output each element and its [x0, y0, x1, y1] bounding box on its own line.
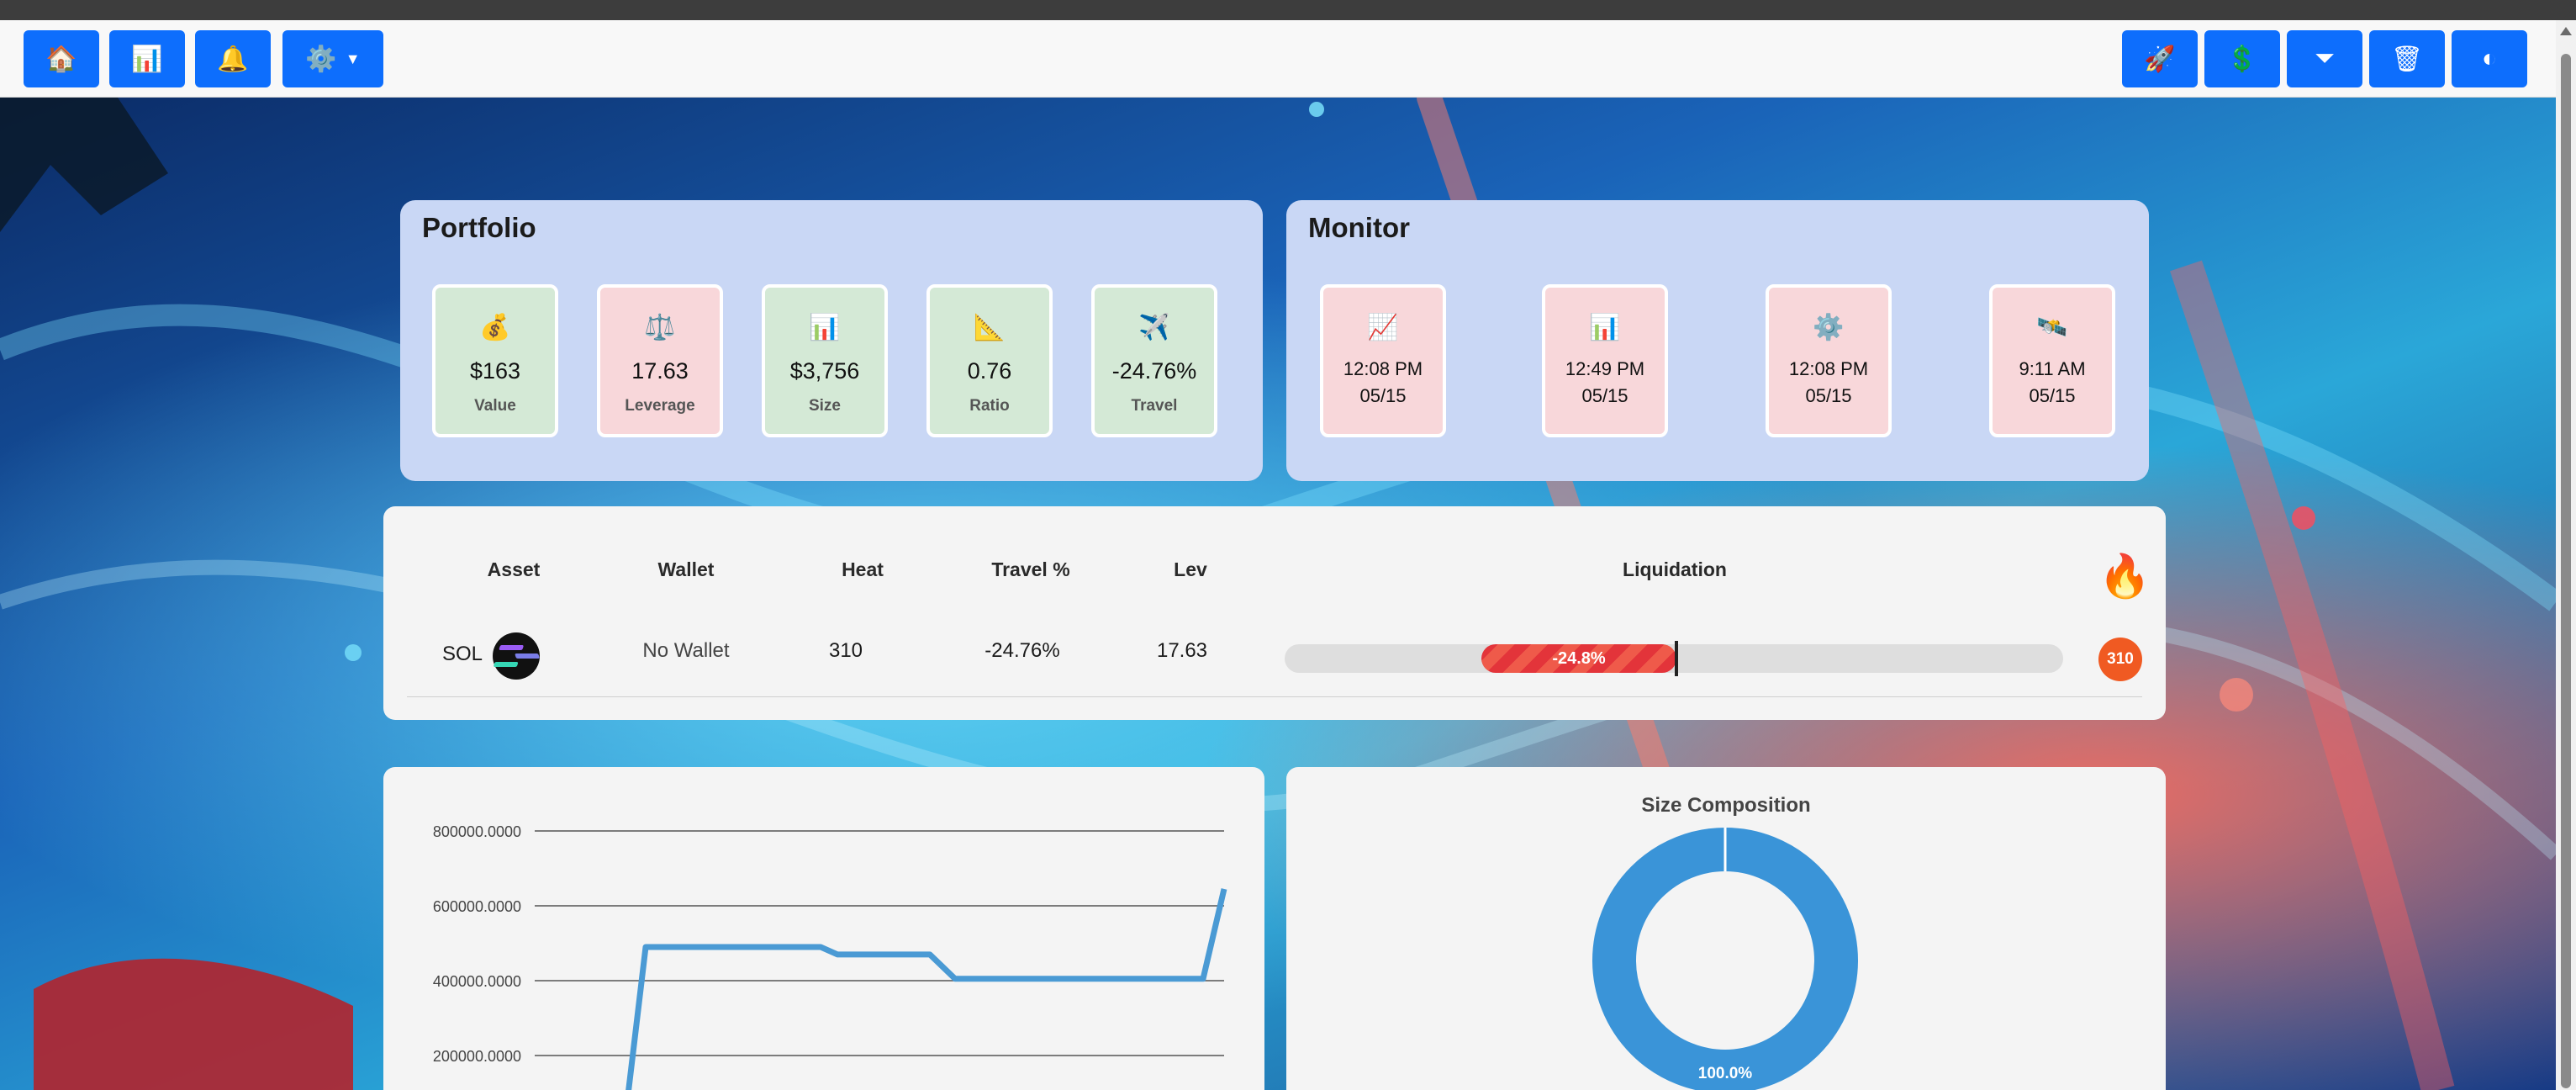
tile-date: 05/15: [1805, 385, 1852, 406]
scroll-up-arrow-icon[interactable]: [2560, 27, 2572, 35]
monitor-tile-system[interactable]: ⚙️ 12:08 PM 05/15: [1766, 284, 1892, 437]
portfolio-tile-ratio[interactable]: 📐 0.76 Ratio: [926, 284, 1053, 437]
bar-chart-icon: 📊: [809, 314, 841, 341]
monitor-tile-price[interactable]: 📈 12:08 PM 05/15: [1320, 284, 1446, 437]
alerts-button[interactable]: 🔔: [195, 30, 271, 87]
dollar-icon: 💲: [2226, 45, 2258, 73]
tile-label: Size: [808, 397, 842, 415]
launch-button[interactable]: 🚀: [2122, 30, 2198, 87]
tile-date: 05/15: [1581, 385, 1628, 406]
tile-time: 12:49 PM: [1565, 358, 1645, 379]
dashboard-button[interactable]: 📊: [109, 30, 185, 87]
portfolio-tile-travel[interactable]: ✈️ -24.76% Travel: [1091, 284, 1217, 437]
heat-badge: 310: [2098, 638, 2142, 681]
scrollbar-thumb[interactable]: [2561, 54, 2571, 1088]
portfolio-title: Portfolio: [422, 212, 536, 243]
chart-up-icon: 📈: [1367, 314, 1399, 341]
table-divider: [407, 696, 2142, 697]
tile-label: Ratio: [969, 397, 1010, 415]
heat-value: 310: [828, 639, 863, 662]
column-header-asset[interactable]: Asset: [459, 558, 568, 581]
column-header-liquidation[interactable]: Liquidation: [1591, 558, 1759, 581]
tile-label: Travel: [1131, 397, 1178, 415]
monitor-title: Monitor: [1308, 212, 1410, 243]
theme-button[interactable]: ◐: [2452, 30, 2527, 87]
column-header-heat[interactable]: Heat: [812, 558, 913, 581]
liquidation-marker: [1675, 641, 1678, 676]
tile-value: $163: [469, 358, 521, 384]
bar-chart-icon: 📊: [131, 45, 163, 73]
gear-icon: ⚙️: [1813, 314, 1845, 341]
dollar-button[interactable]: 💲: [2204, 30, 2280, 87]
gear-icon: ⚙️: [305, 45, 337, 73]
tile-value: -24.76%: [1111, 358, 1197, 384]
ruler-icon: 📐: [974, 314, 1006, 341]
palette-icon: ◐: [2481, 45, 2498, 72]
home-button[interactable]: 🏠: [24, 30, 99, 87]
satellite-icon: 🛰️: [2036, 314, 2068, 341]
tile-label: Value: [474, 397, 516, 415]
lev-value: 17.63: [1156, 639, 1208, 662]
y-tick-label: 400000.0000: [433, 973, 521, 990]
portfolio-tile-value[interactable]: 💰 $163 Value: [432, 284, 558, 437]
bell-icon: 🔔: [217, 45, 249, 73]
tile-date: 05/15: [1359, 385, 1407, 406]
solana-logo-icon: [493, 632, 540, 680]
positions-table: Asset Wallet Heat Travel % Lev Liquidati…: [383, 506, 2166, 720]
settings-dropdown-button[interactable]: ⚙️ ▼: [282, 30, 383, 87]
asset-name: SOL: [441, 643, 483, 665]
y-tick-label: 600000.0000: [433, 898, 521, 915]
page-scrollbar[interactable]: [2556, 20, 2576, 1090]
column-header-lev[interactable]: Lev: [1140, 558, 1241, 581]
funnel-icon: ⏷: [2315, 45, 2335, 72]
size-composition-panel: Size Composition 100.0%: [1286, 767, 2166, 1090]
wallet-name: No Wallet: [642, 639, 730, 662]
fire-icon: 🔥: [2098, 553, 2151, 600]
portfolio-tile-size[interactable]: 📊 $3,756 Size: [762, 284, 888, 437]
tile-value: 0.76: [967, 358, 1012, 384]
travel-value: -24.76%: [984, 639, 1060, 662]
bar-chart-icon: 📊: [1589, 314, 1621, 341]
pie-slice[interactable]: [1592, 828, 1858, 1090]
column-header-travel[interactable]: Travel %: [963, 558, 1098, 581]
monitor-tile-positions[interactable]: 📊 12:49 PM 05/15: [1542, 284, 1668, 437]
delete-button[interactable]: 🗑: [2369, 30, 2445, 87]
scale-icon: ⚖️: [644, 314, 676, 341]
filter-button[interactable]: ⏷: [2287, 30, 2362, 87]
tile-value: $3,756: [789, 358, 860, 384]
tile-date: 05/15: [2029, 385, 2076, 406]
size-composition-title: Size Composition: [1641, 794, 1811, 817]
liquidation-bar-fill: -24.8%: [1481, 644, 1676, 673]
browser-top-strip: [0, 0, 2576, 20]
tile-time: 9:11 AM: [2019, 358, 2086, 379]
monitor-panel: Monitor 📈 12:08 PM 05/15 📊 12:49 PM 05/1…: [1286, 200, 2149, 481]
home-icon: 🏠: [45, 45, 77, 73]
portfolio-panel: Portfolio 💰 $163 Value ⚖️ 17.63 Leverage…: [400, 200, 1263, 481]
trash-icon: 🗑: [2390, 45, 2424, 73]
value-line-chart-panel: 800000.0000 600000.0000 400000.0000 200000.…: [383, 767, 1264, 1090]
tile-value: 17.63: [631, 358, 689, 384]
money-bag-icon: 💰: [479, 314, 511, 341]
slice-label: 100.0%: [1698, 1065, 1753, 1082]
top-navbar: 🏠 📊 🔔 ⚙️ ▼ 🚀 💲 ⏷ 🗑 ◐: [0, 20, 2556, 98]
series-line: [626, 888, 1227, 1090]
value-line-chart: 800000.0000 600000.0000 400000.0000 200000.…: [433, 823, 1227, 1090]
airplane-icon: ✈️: [1138, 314, 1170, 341]
monitor-tile-sync[interactable]: 🛰️ 9:11 AM 05/15: [1989, 284, 2115, 437]
caret-down-icon: ▼: [345, 50, 361, 67]
tile-time: 12:08 PM: [1788, 358, 1869, 379]
portfolio-tile-leverage[interactable]: ⚖️ 17.63 Leverage: [597, 284, 723, 437]
y-tick-label: 800000.0000: [433, 823, 521, 840]
column-header-wallet[interactable]: Wallet: [619, 558, 753, 581]
y-tick-label: 200000.0000: [433, 1048, 521, 1065]
tile-label: Leverage: [625, 397, 695, 415]
tile-time: 12:08 PM: [1343, 358, 1423, 379]
rocket-icon: 🚀: [2144, 45, 2176, 73]
